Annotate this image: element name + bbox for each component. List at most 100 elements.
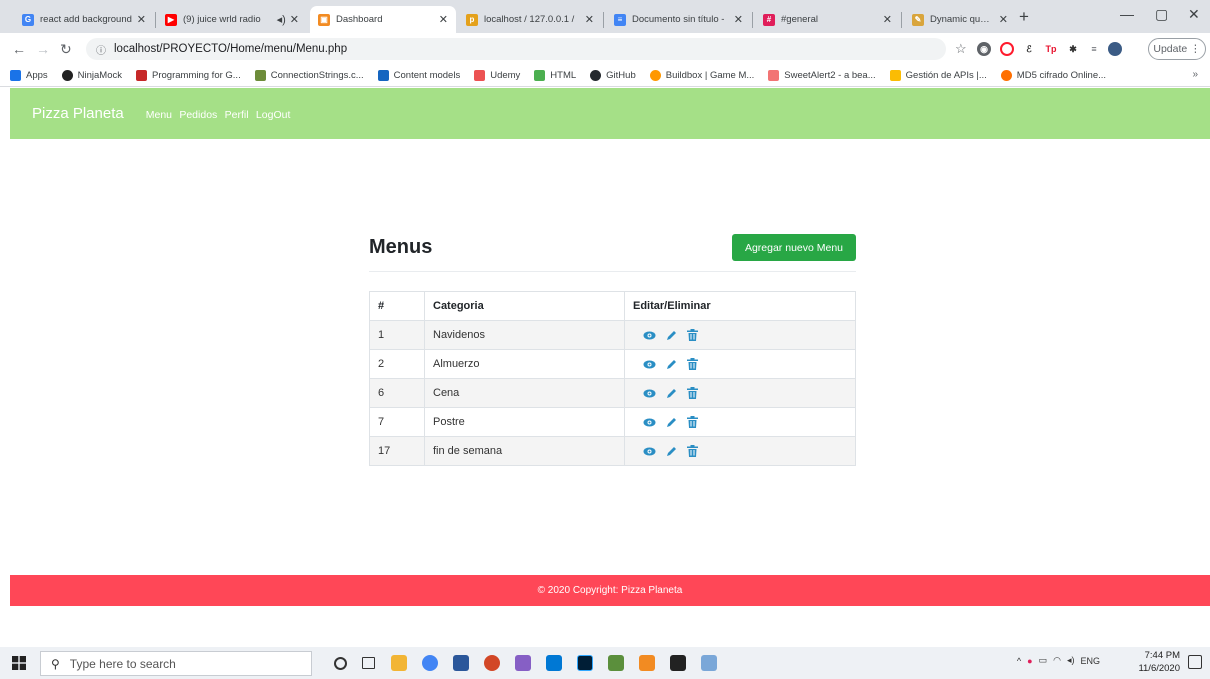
close-icon[interactable]: ✕ [137,13,146,26]
file-explorer-icon[interactable] [391,655,407,671]
delete-trash-icon[interactable] [687,445,698,457]
mute-icon[interactable]: ◂) [277,13,286,26]
opera-icon[interactable] [1000,42,1014,56]
update-button[interactable]: Update ⋮ [1148,38,1206,60]
nav-link-menu[interactable]: Menu [146,109,172,121]
back-icon[interactable]: ← [12,41,26,57]
bookmark-item[interactable]: ConnectionStrings.c... [254,70,364,81]
delete-trash-icon[interactable] [687,416,698,428]
bookmark-item[interactable]: NinjaMock [61,70,122,81]
reload-icon[interactable]: ↻ [60,41,72,58]
terminal-icon[interactable] [670,655,686,671]
chevron-up-icon[interactable]: ^ [1017,656,1021,666]
bookmark-item[interactable]: HTML [534,70,576,81]
view-eye-icon[interactable] [643,447,656,456]
word-icon[interactable] [453,655,469,671]
view-eye-icon[interactable] [643,331,656,340]
edit-pencil-icon[interactable] [666,330,677,341]
bookmark-item[interactable]: SweetAlert2 - a bea... [768,70,876,81]
wifi-icon[interactable]: ◠ [1053,655,1061,666]
view-eye-icon[interactable] [643,389,656,398]
browser-tab[interactable]: # #general ✕ [755,6,900,33]
bookmark-item[interactable]: Content models [377,70,460,81]
delete-trash-icon[interactable] [687,358,698,370]
nav-link-perfil[interactable]: Perfil [225,109,249,121]
view-eye-icon[interactable] [643,418,656,427]
close-icon[interactable]: ✕ [883,13,892,26]
task-view-icon[interactable] [362,657,375,669]
new-tab-icon[interactable]: + [1019,7,1029,27]
bookmark-item[interactable]: Udemy [474,70,520,81]
puzzle-icon[interactable]: ✱ [1066,42,1080,56]
bookmarks-bar: Apps NinjaMock Programming for G... Conn… [0,65,1210,87]
browser-toolbar: ← → ↻ ⓘ localhost/PROYECTO/Home/menu/Men… [0,33,1210,65]
system-clock[interactable]: 7:44 PM 11/6/2020 [1138,649,1180,675]
bookmark-icon [254,70,266,81]
language-indicator[interactable]: ENG [1080,656,1100,666]
visual-studio-icon[interactable] [515,655,531,671]
battery-icon[interactable]: ▭ [1039,655,1048,666]
bookmark-item[interactable]: Programming for G... [136,70,241,81]
edit-pencil-icon[interactable] [666,446,677,457]
bookmark-item[interactable]: Gestión de APIs |... [889,70,987,81]
app-icon[interactable] [701,655,717,671]
add-menu-button[interactable]: Agregar nuevo Menu [732,234,856,261]
info-icon[interactable]: ⓘ [96,42,106,57]
close-icon[interactable]: ✕ [734,13,743,26]
bookmark-item[interactable]: Buildbox | Game M... [649,70,754,81]
extension-icon[interactable]: ℰ [1022,42,1036,56]
forward-icon[interactable]: → [36,41,50,57]
nav-link-logout[interactable]: LogOut [256,109,290,121]
gcloud-icon [889,70,901,81]
app-icon[interactable] [608,655,624,671]
more-bookmarks-icon[interactable]: » [1192,69,1198,80]
close-icon[interactable]: ✕ [439,13,448,26]
bookmark-star-icon[interactable]: ☆ [955,41,967,57]
xampp-icon[interactable] [639,655,655,671]
browser-tab-active[interactable]: ▣ Dashboard ✕ [310,6,456,33]
extension-icon[interactable]: ◉ [977,42,991,56]
nav-link-pedidos[interactable]: Pedidos [179,109,217,121]
edit-pencil-icon[interactable] [666,359,677,370]
vscode-icon[interactable] [546,655,562,671]
bookmark-item[interactable]: Apps [10,70,48,81]
bookmark-item[interactable]: MD5 cifrado Online... [1000,70,1106,81]
browser-tab[interactable]: ▶ (9) juice wrld radio ◂) ✕ [157,6,307,33]
notifications-icon[interactable] [1188,655,1202,669]
avatar[interactable] [1108,42,1122,56]
delete-trash-icon[interactable] [687,387,698,399]
window-close-icon[interactable]: ✕ [1188,6,1200,23]
site-brand[interactable]: Pizza Planeta [32,105,124,122]
clock-time: 7:44 PM [1144,650,1180,661]
maximize-icon[interactable]: ▢ [1155,6,1168,23]
extension-icon[interactable]: Tp [1044,42,1058,56]
address-bar[interactable]: ⓘ localhost/PROYECTO/Home/menu/Menu.php [86,38,946,60]
windows-start-icon[interactable] [12,656,26,670]
close-icon[interactable]: ✕ [585,13,594,26]
cortana-icon[interactable] [334,657,347,670]
browser-tab-strip: G react add background ✕ ▶ (9) juice wrl… [0,0,1210,33]
powerpoint-icon[interactable] [484,655,500,671]
view-eye-icon[interactable] [643,360,656,369]
bookmark-item[interactable]: GitHub [590,70,636,81]
table-row: 1 Navidenos [369,320,856,350]
photoshop-icon[interactable] [577,655,593,671]
delete-trash-icon[interactable] [687,329,698,341]
browser-tab[interactable]: G react add background ✕ [14,6,154,33]
cell-categoria: Navidenos [424,320,625,350]
browser-tab[interactable]: ≡ Documento sin título - ✕ [606,6,751,33]
taskbar-search[interactable]: ⚲ Type here to search [40,651,312,676]
browser-tab[interactable]: ✎ Dynamic query building ✕ [904,6,1016,33]
volume-icon[interactable]: ◂) [1067,655,1075,666]
edit-pencil-icon[interactable] [666,388,677,399]
chrome-icon[interactable] [422,655,438,671]
edit-pencil-icon[interactable] [666,417,677,428]
tab-label: localhost / 127.0.0.1 / [484,14,575,25]
tray-app-icon[interactable]: ● [1027,656,1032,666]
minimize-icon[interactable]: — [1120,6,1134,22]
playlist-icon[interactable]: ≡ [1087,42,1101,56]
close-icon[interactable]: ✕ [290,13,299,26]
dashboard-icon: ▣ [318,13,330,26]
browser-tab[interactable]: p localhost / 127.0.0.1 / ✕ [458,6,602,33]
close-icon[interactable]: ✕ [999,13,1008,26]
